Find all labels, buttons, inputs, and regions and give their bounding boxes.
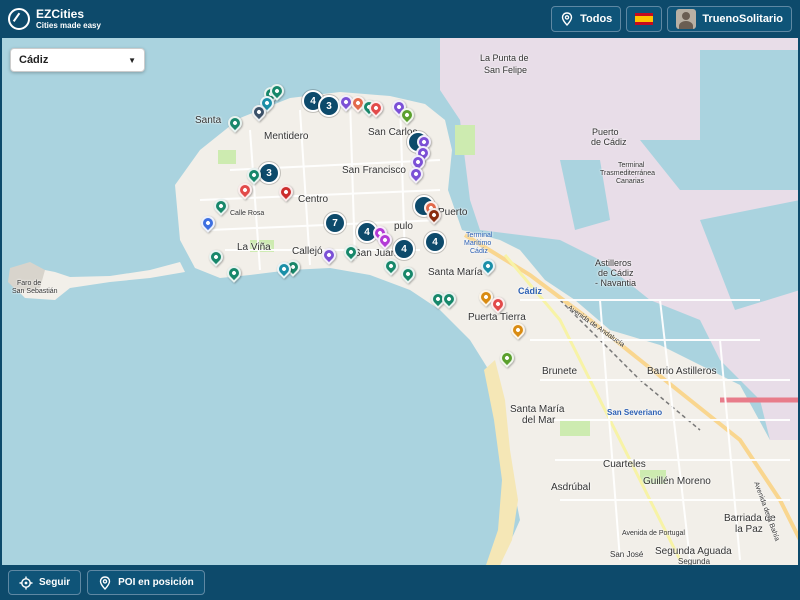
label-san-francisco: San Francisco <box>342 165 406 176</box>
location-pin-icon <box>99 575 111 590</box>
poi-at-position-label: POI en posición <box>118 577 194 588</box>
follow-label: Seguir <box>39 577 71 588</box>
label-barrio-astilleros: Barrio Astilleros <box>647 366 717 377</box>
label-cuarteles: Cuarteles <box>603 459 646 470</box>
app-subtitle: Cities made easy <box>36 21 101 30</box>
user-name: TruenoSolitario <box>702 13 783 25</box>
cluster-marker[interactable]: 4 <box>424 231 446 253</box>
app-title: EZCities <box>36 7 85 21</box>
label-guillen-moreno: Guillén Moreno <box>643 476 711 487</box>
label-terminal: Terminal <box>618 162 645 169</box>
label-santa-maria: Santa María <box>428 267 483 278</box>
label-tm-cadiz: Cádiz <box>470 248 488 255</box>
label-san-sebastian: San Sebastián <box>12 288 58 295</box>
label-populo: pulo <box>394 221 413 232</box>
city-select-value: Cádiz <box>19 54 49 66</box>
label-puerto: Puerto <box>592 127 619 137</box>
map-view[interactable]: Cádiz ▼ La Punta de San Felipe Puerto de… <box>0 38 800 565</box>
bottom-bar: Seguir POI en posición <box>0 565 800 600</box>
label-astilleros-de-cadiz: de Cádiz <box>598 268 634 278</box>
label-asdrubal: Asdrúbal <box>551 482 591 493</box>
label-santa-maria-del-mar: Santa María <box>510 404 565 415</box>
city-select[interactable]: Cádiz ▼ <box>10 48 145 72</box>
label-segunda-aguada: Segunda Aguada <box>655 546 732 557</box>
cluster-marker[interactable]: 4 <box>393 238 415 260</box>
cluster-marker[interactable]: 3 <box>318 95 340 117</box>
top-bar: EZCities Cities made easy Todos TruenoSo… <box>0 0 800 38</box>
app-window: EZCities Cities made easy Todos TruenoSo… <box>0 0 800 600</box>
filter-all-button[interactable]: Todos <box>551 6 622 32</box>
label-san-juan: San Juan <box>354 248 397 259</box>
label-puerto-old: Puerto <box>438 207 468 218</box>
cluster-marker[interactable]: 7 <box>324 212 346 234</box>
chevron-down-icon: ▼ <box>128 55 136 65</box>
filter-all-label: Todos <box>580 13 613 25</box>
label-del-mar: del Mar <box>522 415 556 426</box>
label-san-felipe: San Felipe <box>484 65 528 75</box>
label-la-vina: La Viña <box>237 242 271 253</box>
label-de-cadiz: de Cádiz <box>591 137 627 147</box>
language-button[interactable] <box>626 6 663 32</box>
label-trasmediterranea: Trasmediterránea <box>600 170 655 177</box>
label-la-punta: La Punta de <box>480 53 529 63</box>
label-terminal-maritimo: Terminal <box>466 232 493 239</box>
brand[interactable]: EZCities Cities made easy <box>8 8 101 30</box>
user-menu-button[interactable]: TruenoSolitario <box>667 6 792 32</box>
follow-button[interactable]: Seguir <box>8 570 82 595</box>
label-av-portugal: Avenida de Portugal <box>622 530 685 537</box>
left-frame <box>0 38 2 565</box>
label-mentidero: Mentidero <box>264 131 309 142</box>
label-brunete: Brunete <box>542 366 578 377</box>
label-san-jose: San José <box>610 550 644 559</box>
label-cadiz-station: Cádiz <box>518 286 543 296</box>
label-segunda: Segunda <box>678 557 711 565</box>
label-la-paz: la Paz <box>735 524 763 535</box>
label-maritimo: Marítimo <box>464 240 492 247</box>
avatar <box>676 9 697 29</box>
label-callejon: Callejó <box>292 246 323 257</box>
label-canarias: Canarias <box>616 178 645 185</box>
label-santa: Santa <box>195 115 222 126</box>
label-navantia: - Navantia <box>595 278 637 288</box>
label-faro: Faro de <box>17 280 42 287</box>
label-centro: Centro <box>298 194 329 205</box>
spain-flag-icon <box>635 13 654 25</box>
compass-logo-icon <box>8 8 30 30</box>
label-calle-rosa: Calle Rosa <box>230 210 265 217</box>
crosshair-icon <box>19 576 33 589</box>
poi-at-position-button[interactable]: POI en posición <box>87 570 205 595</box>
location-pin-icon <box>561 12 573 26</box>
label-astilleros: Astilleros <box>595 258 632 268</box>
label-san-severiano: San Severiano <box>607 408 663 417</box>
